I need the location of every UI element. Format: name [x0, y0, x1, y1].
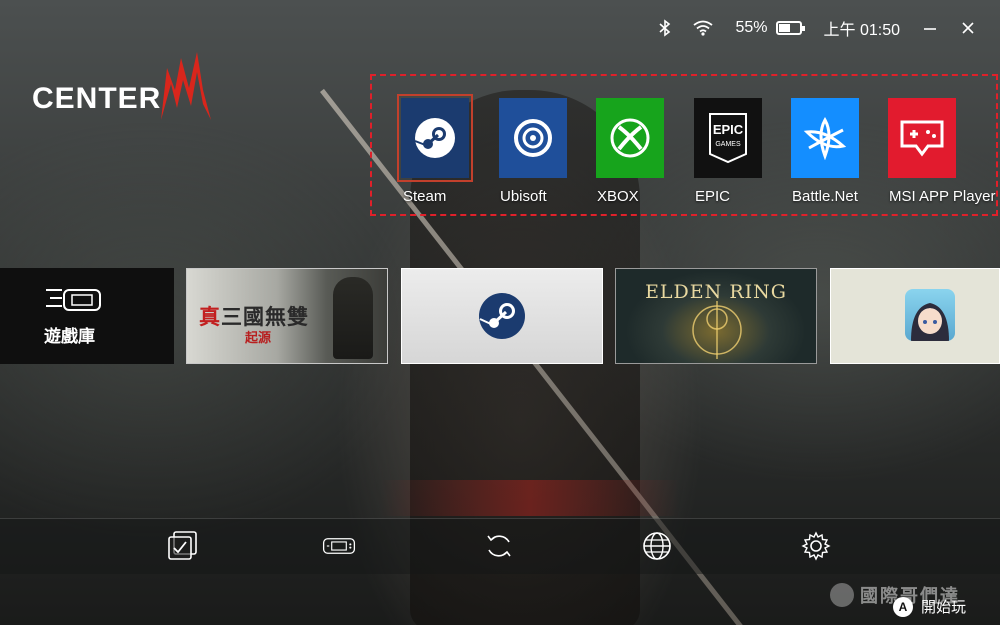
launcher-battlenet[interactable]: Battle.Net: [791, 98, 871, 205]
elden-ring-sigil-icon: [692, 301, 742, 359]
battlenet-tile: [791, 98, 859, 178]
ubisoft-tile: [499, 98, 567, 178]
battlenet-icon: [803, 116, 847, 160]
steam-icon: [414, 118, 455, 158]
launcher-msi-app-player[interactable]: MSI APP Player: [888, 98, 995, 205]
msi-app-player-icon: [900, 120, 944, 157]
game-library-icon: [46, 288, 101, 311]
globe-button[interactable]: [640, 529, 674, 563]
svg-text:EPIC: EPIC: [713, 122, 744, 137]
steam-tile: [397, 94, 473, 182]
logo-text: CENTER: [32, 82, 162, 115]
launcher-xbox[interactable]: XBOX: [596, 98, 676, 205]
epic-icon: EPIC GAMES: [709, 113, 747, 164]
background-sash: [380, 480, 680, 516]
clock: 上午 01:50: [823, 22, 901, 39]
a-button-icon: A: [892, 596, 913, 617]
handheld-console-icon: [322, 538, 356, 554]
battery-fill: [778, 24, 790, 32]
game-library-label: 遊戲庫: [44, 326, 95, 346]
task-check-icon: [168, 531, 197, 560]
minimize-button[interactable]: [922, 20, 938, 36]
logo-m-mark: [161, 52, 212, 120]
bluetooth-icon: [659, 19, 671, 37]
launcher-epic[interactable]: EPIC GAMES EPIC: [694, 98, 774, 205]
handheld-console-button[interactable]: [322, 529, 356, 563]
dynasty-warriors-subtitle: 起源: [245, 330, 272, 345]
app-logo: CENTER: [32, 50, 215, 120]
dynasty-warriors-name: 三國無雙: [221, 304, 309, 329]
xbox-icon: [610, 118, 650, 158]
battery-percent: 55%: [735, 19, 768, 36]
epic-tile: EPIC GAMES: [694, 98, 762, 178]
start-play-hint: A 開始玩: [892, 596, 966, 617]
svg-text:GAMES: GAMES: [715, 141, 741, 148]
bottom-toolbar: [0, 518, 1000, 574]
minimize-icon: [924, 28, 936, 30]
game-tile-anime-app[interactable]: [830, 268, 1000, 364]
close-button[interactable]: [960, 20, 976, 36]
settings-gear-icon: [801, 531, 831, 561]
launcher-label: MSI APP Player: [889, 188, 996, 205]
launcher-steam[interactable]: Steam: [397, 94, 481, 205]
task-check-button[interactable]: [166, 529, 200, 563]
refresh-icon: [487, 535, 511, 557]
game-library-button[interactable]: 遊戲庫: [0, 268, 174, 364]
dynasty-warriors-prefix: 真: [199, 304, 221, 329]
game-tile-dynasty-warriors-origins[interactable]: 真三國無雙 起源: [186, 268, 388, 364]
steam-logo-icon: [479, 293, 525, 339]
dynasty-warriors-art: [333, 277, 373, 359]
watermark-logo: [830, 583, 854, 607]
game-tile-elden-ring[interactable]: ELDEN RING: [615, 268, 817, 364]
close-icon: [962, 22, 974, 34]
game-tile-steam[interactable]: [401, 268, 603, 364]
launcher-ubisoft[interactable]: Ubisoft: [499, 98, 579, 205]
platform-launchers: Steam Ubisoft XBOX EPIC GAMES EPIC Battl…: [370, 74, 998, 216]
battery-indicator: 55%: [735, 19, 805, 37]
battery-icon: [775, 21, 805, 35]
settings-button[interactable]: [799, 529, 833, 563]
xbox-tile: [596, 98, 664, 178]
refresh-button[interactable]: [482, 529, 516, 563]
wifi-icon: [693, 20, 714, 36]
globe-icon: [643, 532, 671, 560]
msi-app-player-tile: [888, 98, 956, 178]
start-play-label: 開始玩: [920, 599, 966, 616]
anime-app-icon: [905, 289, 955, 341]
recent-games-row: 遊戲庫 真三國無雙 起源 ELDEN RING: [0, 268, 1000, 364]
ubisoft-icon: [514, 119, 552, 157]
status-bar: 55% 上午 01:50: [637, 14, 976, 42]
